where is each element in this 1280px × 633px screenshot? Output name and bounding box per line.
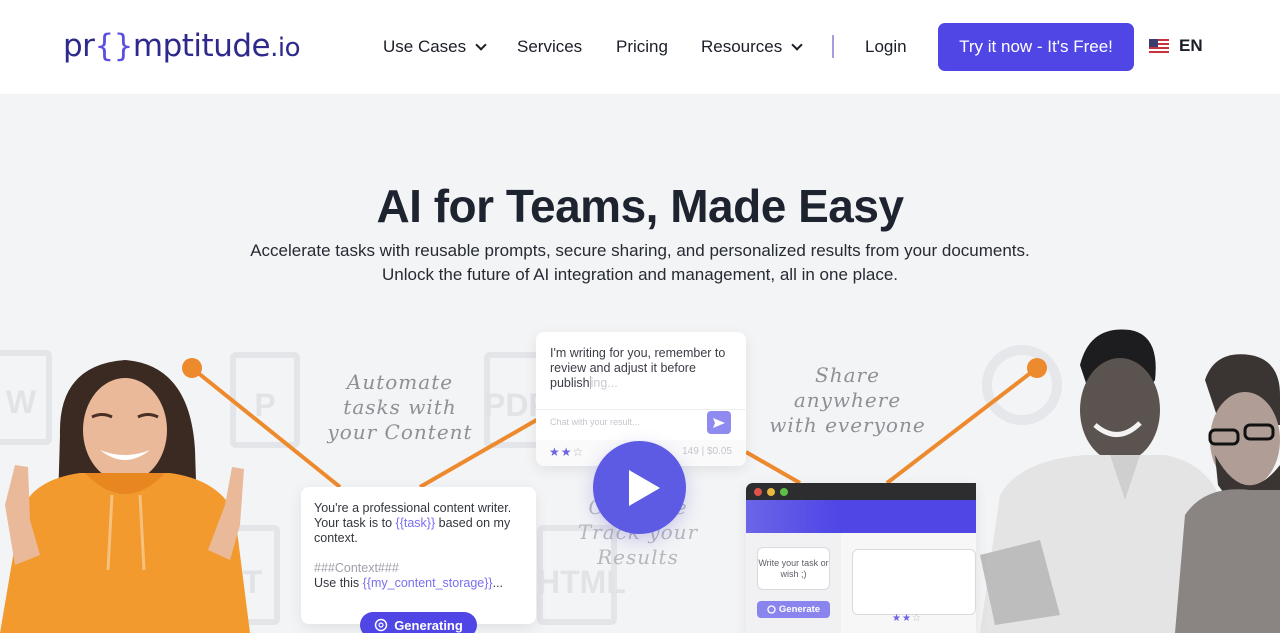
star-empty-icon: ☆ xyxy=(572,445,585,459)
openai-icon xyxy=(767,605,776,614)
openai-icon xyxy=(374,618,388,632)
hero-title: AI for Teams, Made Easy xyxy=(376,180,904,232)
prompt-template-card: You're a professional content writer. Yo… xyxy=(301,487,536,624)
app-window-mock: Write your task or wish ;) Generate ★★☆ xyxy=(746,483,976,633)
logo-text-suffix: mptitude xyxy=(132,28,271,64)
men-photo xyxy=(980,329,1280,633)
send-button[interactable] xyxy=(707,411,731,434)
nav-label: Resources xyxy=(701,37,783,56)
rating-stars[interactable]: ★★☆ xyxy=(549,445,584,459)
generated-text: I'm writing for you, remember to review … xyxy=(550,346,726,390)
star-filled-icon: ★★ xyxy=(549,445,573,459)
hero-subtitle-line1: Accelerate tasks with reusable prompts, … xyxy=(250,241,1030,260)
context-heading: ###Context### xyxy=(314,561,399,575)
send-icon xyxy=(713,417,725,428)
token-cost: 149 | $0.05 xyxy=(682,446,732,457)
language-selector[interactable]: EN xyxy=(1149,36,1203,56)
generating-label: Generating xyxy=(394,617,463,633)
chevron-down-icon xyxy=(791,38,803,51)
logo-text-prefix: pr xyxy=(63,28,95,64)
us-flag-icon xyxy=(1149,39,1169,53)
chevron-down-icon xyxy=(475,38,487,51)
generate-button[interactable]: Generate xyxy=(757,601,830,618)
nav-label: Services xyxy=(517,37,583,56)
rating-stars[interactable]: ★★☆ xyxy=(892,613,922,624)
nav-use-cases[interactable]: Use Cases xyxy=(383,34,487,60)
prompt-text: You're a professional content writer. Yo… xyxy=(314,501,512,590)
logo[interactable]: pr{}mptitude.io xyxy=(63,26,300,68)
window-header-band xyxy=(746,500,976,533)
connector-line-center-right xyxy=(745,450,801,485)
woman-photo xyxy=(0,360,250,633)
nav-pricing[interactable]: Pricing xyxy=(616,34,668,60)
window-titlebar xyxy=(746,483,976,500)
login-link[interactable]: Login xyxy=(865,34,907,60)
callout-automate: Automate tasks with your Content xyxy=(327,370,473,444)
close-dot-icon xyxy=(754,488,762,496)
language-code: EN xyxy=(1179,36,1203,55)
play-video-button[interactable] xyxy=(593,441,686,534)
generating-button[interactable]: Generating xyxy=(360,612,477,633)
callout-share: Share anywhere with everyone xyxy=(769,363,926,437)
result-output-box xyxy=(852,549,976,615)
nav-services[interactable]: Services xyxy=(517,34,582,60)
variable-storage: {{my_content_storage}} xyxy=(362,576,493,590)
star-filled-icon: ★★ xyxy=(892,613,912,624)
divider xyxy=(536,409,746,410)
maximize-dot-icon xyxy=(780,488,788,496)
nav-label: Use Cases xyxy=(383,37,467,56)
pdf-doc-icon: PDF xyxy=(484,352,548,448)
star-empty-icon: ☆ xyxy=(911,613,922,624)
chat-input[interactable]: Chat with your result... xyxy=(550,417,640,427)
site-header: pr{}mptitude.io Use Cases Services Prici… xyxy=(0,0,1280,94)
logo-tld: .io xyxy=(270,33,300,63)
task-input[interactable]: Write your task or wish ;) xyxy=(757,547,830,590)
nav-divider xyxy=(832,35,834,58)
try-free-button[interactable]: Try it now - It's Free! xyxy=(938,23,1134,71)
variable-task: {{task}} xyxy=(395,516,436,530)
nav-resources[interactable]: Resources xyxy=(701,34,803,60)
hero-subtitle-line2: Unlock the future of AI integration and … xyxy=(382,265,898,284)
nav-label: Pricing xyxy=(616,37,668,56)
minimize-dot-icon xyxy=(767,488,775,496)
logo-brace: {} xyxy=(94,28,133,64)
